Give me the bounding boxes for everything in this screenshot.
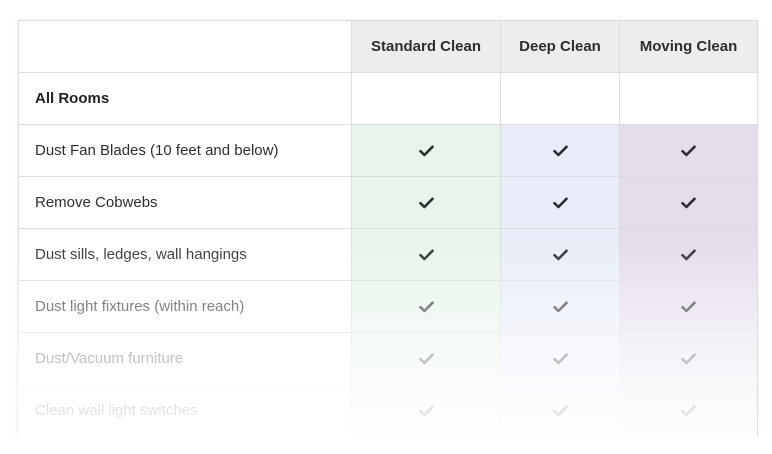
check-cell-standard — [351, 384, 501, 437]
check-icon — [681, 142, 696, 159]
check-icon — [552, 194, 568, 211]
header-corner-cell — [18, 20, 352, 73]
check-cell-moving — [619, 124, 758, 177]
check-cell-moving — [619, 332, 758, 385]
check-cell-deep — [500, 384, 620, 437]
check-icon — [681, 246, 696, 263]
check-cell-deep — [500, 124, 620, 177]
check-icon — [681, 298, 696, 315]
check-icon — [552, 402, 568, 419]
table-row: Clean wall light switches — [18, 384, 758, 437]
column-header-standard-clean: Standard Clean — [351, 20, 501, 73]
task-label: Clean wall light switches — [18, 384, 352, 437]
check-icon — [418, 298, 434, 315]
check-icon — [552, 246, 568, 263]
check-cell-standard — [351, 124, 501, 177]
check-icon — [418, 194, 434, 211]
service-comparison-table: Standard Clean Deep Clean Moving Clean A… — [18, 20, 758, 437]
check-icon — [418, 350, 434, 367]
check-cell-standard — [351, 332, 501, 385]
check-icon — [418, 142, 434, 159]
table-row: Dust Fan Blades (10 feet and below) — [18, 124, 758, 177]
section-blank-cell — [619, 72, 758, 125]
check-icon — [681, 194, 696, 211]
column-header-moving-clean: Moving Clean — [619, 20, 758, 73]
task-label: Dust Fan Blades (10 feet and below) — [18, 124, 352, 177]
check-cell-deep — [500, 332, 620, 385]
check-cell-moving — [619, 176, 758, 229]
task-label: Dust light fixtures (within reach) — [18, 280, 352, 333]
check-cell-standard — [351, 280, 501, 333]
check-icon — [681, 350, 696, 367]
check-cell-moving — [619, 280, 758, 333]
section-blank-cell — [351, 72, 501, 125]
column-header-deep-clean: Deep Clean — [500, 20, 620, 73]
check-icon — [552, 142, 568, 159]
check-cell-moving — [619, 228, 758, 281]
check-icon — [681, 402, 696, 419]
table-row: Dust sills, ledges, wall hangings — [18, 228, 758, 281]
check-icon — [418, 246, 434, 263]
task-label: Dust/Vacuum furniture — [18, 332, 352, 385]
table-row: Remove Cobwebs — [18, 176, 758, 229]
check-cell-deep — [500, 176, 620, 229]
check-icon — [552, 298, 568, 315]
check-icon — [418, 402, 434, 419]
check-cell-standard — [351, 228, 501, 281]
task-label: Remove Cobwebs — [18, 176, 352, 229]
task-label: Dust sills, ledges, wall hangings — [18, 228, 352, 281]
page-bottom-cover — [0, 436, 772, 454]
check-icon — [552, 350, 568, 367]
table-row: Dust light fixtures (within reach) — [18, 280, 758, 333]
section-blank-cell — [500, 72, 620, 125]
table-row: Dust/Vacuum furniture — [18, 332, 758, 385]
comparison-table-container: Standard Clean Deep Clean Moving Clean A… — [18, 20, 758, 437]
section-row-all-rooms: All Rooms — [18, 72, 758, 125]
check-cell-moving — [619, 384, 758, 437]
check-cell-deep — [500, 228, 620, 281]
table-header-row: Standard Clean Deep Clean Moving Clean — [18, 20, 758, 73]
section-title: All Rooms — [18, 72, 352, 125]
check-cell-deep — [500, 280, 620, 333]
check-cell-standard — [351, 176, 501, 229]
